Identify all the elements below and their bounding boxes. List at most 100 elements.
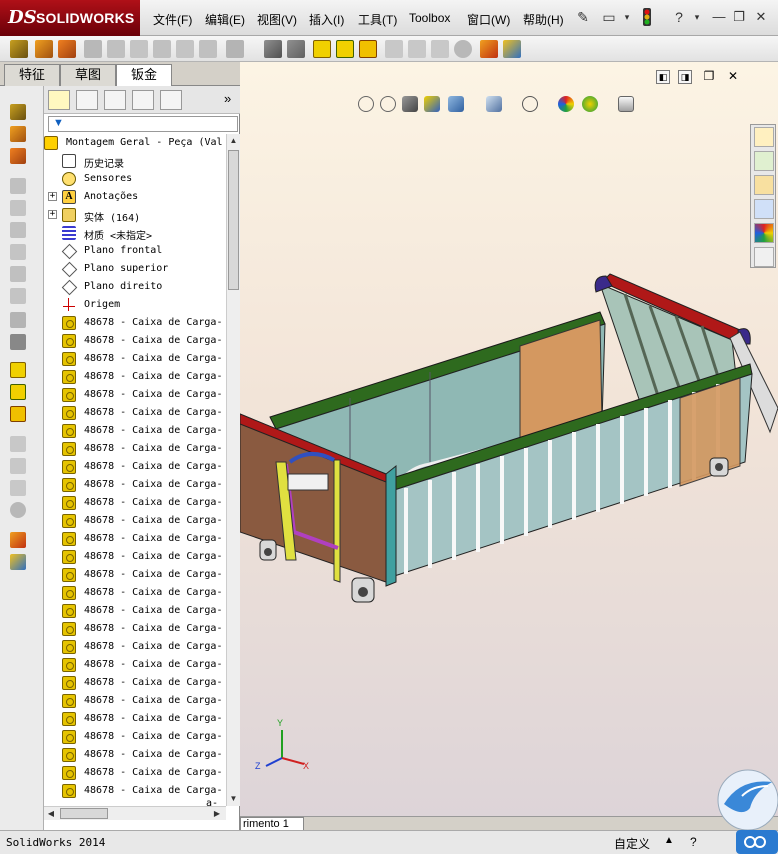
tree-part-item[interactable]: 48678 - Caixa de Carga- bbox=[44, 674, 226, 692]
jog-vertical-icon[interactable] bbox=[10, 244, 26, 260]
scroll-down-icon[interactable]: ▼ bbox=[227, 792, 240, 806]
tree-item-plane[interactable]: Plano direito bbox=[44, 278, 226, 296]
tree-part-item[interactable]: 48678 - Caixa de Carga- bbox=[44, 584, 226, 602]
unfold-vertical-icon[interactable] bbox=[10, 436, 26, 452]
tab-sheet-metal[interactable]: 钣金 bbox=[116, 64, 172, 87]
simple-hole-icon[interactable] bbox=[336, 40, 354, 58]
solidworks-logo[interactable]: DS SOLIDWORKS bbox=[0, 0, 140, 36]
configuration-manager-tab-icon[interactable] bbox=[104, 90, 126, 110]
tree-item-plane[interactable]: Plano superior bbox=[44, 260, 226, 278]
convert-vertical-icon[interactable] bbox=[10, 126, 26, 142]
expand-panel-icon[interactable]: » bbox=[224, 91, 231, 106]
rip-icon[interactable] bbox=[480, 40, 498, 58]
dimxpert-tab-icon[interactable] bbox=[132, 90, 154, 110]
new-document-icon[interactable]: ▭ bbox=[600, 8, 618, 26]
convert-to-sheet-metal-icon[interactable] bbox=[35, 40, 53, 58]
tab-and-slot-icon[interactable] bbox=[287, 40, 305, 58]
hole-vertical-icon[interactable] bbox=[10, 384, 26, 400]
sketched-bend-icon[interactable] bbox=[176, 40, 194, 58]
lofted-bend-icon[interactable] bbox=[58, 40, 76, 58]
edge-flange-vertical-icon[interactable] bbox=[10, 178, 26, 194]
menu-file[interactable]: 文件(F) bbox=[153, 11, 192, 28]
tree-horizontal-scrollbar[interactable]: ◀ ▶ bbox=[44, 806, 226, 820]
tree-part-item[interactable]: 48678 - Caixa de Carga- bbox=[44, 404, 226, 422]
tree-part-item[interactable]: 48678 - Caixa de Carga- bbox=[44, 782, 226, 800]
lofted-bend-vertical-icon[interactable] bbox=[10, 148, 26, 164]
tree-part-item[interactable]: 48678 - Caixa de Carga- bbox=[44, 746, 226, 764]
rip-vertical-icon[interactable] bbox=[10, 532, 26, 548]
help-menu-chevron-icon[interactable]: ▾ bbox=[688, 8, 706, 26]
tree-item-solid[interactable]: + 实体 (164) bbox=[44, 206, 226, 224]
corners-vertical-icon[interactable] bbox=[10, 312, 26, 328]
close-icon[interactable]: ✕ bbox=[752, 9, 770, 25]
tree-item-origin[interactable]: Origem bbox=[44, 296, 226, 314]
hem-vertical-icon[interactable] bbox=[10, 222, 26, 238]
base-flange-vertical-icon[interactable] bbox=[10, 104, 26, 120]
fold-vertical-icon[interactable] bbox=[10, 458, 26, 474]
cross-break-icon[interactable] bbox=[199, 40, 217, 58]
tree-part-item[interactable]: 48678 - Caixa de Carga- bbox=[44, 440, 226, 458]
insert-bends-icon[interactable] bbox=[503, 40, 521, 58]
flatten-vertical-icon[interactable] bbox=[10, 480, 26, 496]
scroll-left-icon[interactable]: ◀ bbox=[44, 807, 58, 821]
extruded-cut-vertical-icon[interactable] bbox=[10, 362, 26, 378]
tree-part-item[interactable]: 48678 - Caixa de Carga- bbox=[44, 602, 226, 620]
feature-tree-tab-icon[interactable] bbox=[48, 90, 70, 110]
base-flange-icon[interactable] bbox=[10, 40, 28, 58]
tree-item-plane[interactable]: Plano frontal bbox=[44, 242, 226, 260]
tree-part-item[interactable]: 48678 - Caixa de Carga- bbox=[44, 656, 226, 674]
property-manager-tab-icon[interactable] bbox=[76, 90, 98, 110]
menu-help[interactable]: 帮助(H) bbox=[523, 11, 564, 28]
edge-flange-icon[interactable] bbox=[84, 40, 102, 58]
tree-part-item[interactable]: 48678 - Caixa de Carga- bbox=[44, 314, 226, 332]
vent-vertical-icon[interactable] bbox=[10, 406, 26, 422]
tree-vertical-scrollbar[interactable]: ▲ ▼ bbox=[226, 134, 240, 806]
menu-view[interactable]: 视图(V) bbox=[257, 11, 297, 28]
sketched-bend-vertical-icon[interactable] bbox=[10, 266, 26, 282]
miter-flange-vertical-icon[interactable] bbox=[10, 200, 26, 216]
traffic-light-icon[interactable] bbox=[638, 8, 656, 26]
corners-icon[interactable] bbox=[226, 40, 244, 58]
tree-part-item[interactable]: 48678 - Caixa de Carga- bbox=[44, 494, 226, 512]
menu-window[interactable]: 窗口(W) bbox=[467, 11, 510, 28]
tree-item-history[interactable]: 历史记录 bbox=[44, 152, 226, 170]
chevron-down-icon[interactable]: ▾ bbox=[618, 8, 636, 26]
pin-icon[interactable]: ✎ bbox=[574, 8, 592, 26]
document-tab[interactable]: rimento 1 bbox=[240, 817, 304, 831]
tree-part-item[interactable]: 48678 - Caixa de Carga- bbox=[44, 728, 226, 746]
tree-part-item[interactable]: 48678 - Caixa de Carga- bbox=[44, 548, 226, 566]
status-custom-units[interactable]: 自定义 bbox=[614, 835, 650, 852]
tab-features[interactable]: 特征 bbox=[4, 64, 60, 86]
restore-icon[interactable]: ❐ bbox=[730, 9, 748, 25]
no-bends-vertical-icon[interactable] bbox=[10, 502, 26, 518]
tree-part-item[interactable]: 48678 - Caixa de Carga- bbox=[44, 692, 226, 710]
minimize-icon[interactable]: — bbox=[710, 9, 728, 25]
flatten-icon[interactable] bbox=[431, 40, 449, 58]
tree-part-item[interactable]: 48678 - Caixa de Carga- bbox=[44, 566, 226, 584]
miter-flange-icon[interactable] bbox=[107, 40, 125, 58]
tree-filter[interactable]: ▼ bbox=[48, 116, 238, 132]
tree-part-item[interactable]: 48678 - Caixa de Carga- bbox=[44, 458, 226, 476]
tab-sketch[interactable]: 草图 bbox=[60, 64, 116, 86]
tree-part-item[interactable]: 48678 - Caixa de Carga- bbox=[44, 530, 226, 548]
menu-toolbox[interactable]: Toolbox bbox=[409, 11, 450, 25]
hem-icon[interactable] bbox=[130, 40, 148, 58]
insert-bends-vertical-icon[interactable] bbox=[10, 554, 26, 570]
scroll-thumb[interactable] bbox=[228, 150, 239, 290]
tree-item-material[interactable]: 材质 <未指定> bbox=[44, 224, 226, 242]
status-units-chevron-icon[interactable]: ▲ bbox=[664, 835, 674, 846]
horizontal-scroll-thumb[interactable] bbox=[60, 808, 108, 819]
tree-part-item[interactable]: 48678 - Caixa de Carga- bbox=[44, 476, 226, 494]
display-manager-tab-icon[interactable] bbox=[160, 90, 182, 110]
forming-tool-icon[interactable] bbox=[264, 40, 282, 58]
tree-part-item[interactable]: 48678 - Caixa de Carga- bbox=[44, 332, 226, 350]
extruded-cut-icon[interactable] bbox=[313, 40, 331, 58]
tree-part-item[interactable]: 48678 - Caixa de Carga- bbox=[44, 710, 226, 728]
tree-part-item[interactable]: 48678 - Caixa de Carga- bbox=[44, 512, 226, 530]
tree-part-item[interactable]: 48678 - Caixa de Carga- bbox=[44, 350, 226, 368]
status-help-icon[interactable]: ? bbox=[690, 835, 697, 849]
tree-root[interactable]: Montagem Geral - Peça (Val bbox=[44, 134, 226, 152]
menu-tools[interactable]: 工具(T) bbox=[358, 11, 397, 28]
scroll-up-icon[interactable]: ▲ bbox=[227, 134, 240, 148]
expand-toggle-icon[interactable]: + bbox=[48, 210, 57, 219]
